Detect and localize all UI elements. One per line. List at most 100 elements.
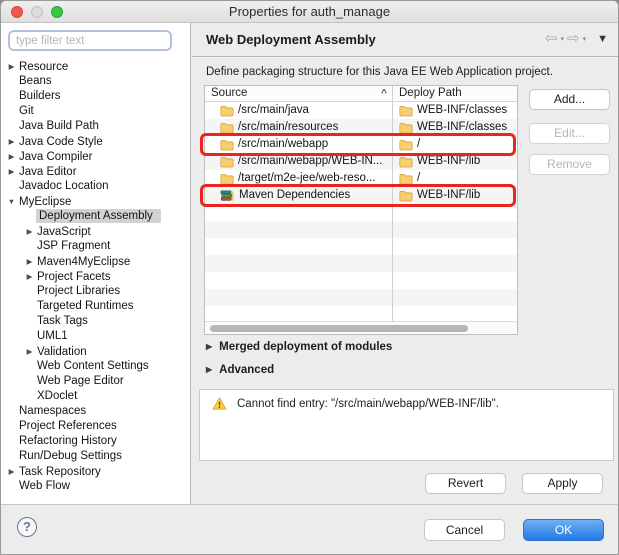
chevron-collapsed-icon: ▶ [206,365,212,374]
chevron-collapsed-icon[interactable]: ▶ [23,224,36,239]
chevron-collapsed-icon[interactable]: ▶ [23,269,36,284]
section-merged-deployment[interactable]: ▶Merged deployment of modules [206,341,392,353]
sidebar-item-web-page-editor[interactable]: Web Page Editor [1,374,189,389]
sort-ascending-icon[interactable]: ^ [381,86,387,101]
folder-icon [220,139,234,151]
section-advanced[interactable]: ▶Advanced [206,364,274,376]
sidebar-item-label: Java Editor [18,166,83,178]
scrollbar-thumb[interactable] [210,325,468,332]
folder-icon [399,139,413,151]
table-row-src-main-java[interactable]: /src/main/javaWEB-INF/classes [205,102,517,119]
sidebar-item-label: Git [18,105,40,117]
sidebar-item-project-facets[interactable]: ▶Project Facets [1,269,189,284]
table-row-src-main-webapp[interactable]: /src/main/webapp/ [205,136,517,153]
edit-button[interactable]: Edit... [529,123,610,144]
sidebar-item-label: Java Compiler [18,151,99,163]
sidebar-item-label: XDoclet [36,390,83,402]
sidebar-item-deployment-assembly[interactable]: Deployment Assembly [1,209,189,224]
table-row-target-m2e-jee-web-reso[interactable]: /target/m2e-jee/web-reso.../ [205,170,517,187]
sidebar-item-run-debug-settings[interactable]: Run/Debug Settings [1,449,189,464]
source-cell: Maven Dependencies [205,187,392,204]
table-row-src-main-webapp-web-in[interactable]: /src/main/webapp/WEB-IN...WEB-INF/lib [205,153,517,170]
sidebar-item-label: Builders [18,90,67,102]
sidebar-item-task-repository[interactable]: ▶Task Repository [1,464,189,479]
titlebar: Properties for auth_manage [1,1,618,23]
back-dropdown-icon[interactable]: ▾ [561,35,565,43]
sidebar-item-jsp-fragment[interactable]: JSP Fragment [1,239,189,254]
forward-arrow-icon[interactable]: ⇨ [567,31,580,47]
apply-button[interactable]: Apply [522,473,603,494]
source-cell [205,238,392,255]
sidebar-item-label: Targeted Runtimes [36,300,140,312]
back-arrow-icon[interactable]: ⇦ [545,31,558,47]
revert-button[interactable]: Revert [425,473,506,494]
cancel-button[interactable]: Cancel [424,519,505,541]
sidebar-item-myeclipse[interactable]: ▼MyEclipse [1,194,189,209]
sidebar-item-beans[interactable]: Beans [1,74,189,89]
table-body: /src/main/javaWEB-INF/classes/src/main/r… [205,102,517,323]
assembly-table: Source ^ Deploy Path /src/main/javaWEB-I… [204,85,518,335]
sidebar-item-project-references[interactable]: Project References [1,419,189,434]
remove-button[interactable]: Remove [529,154,610,175]
sidebar-item-refactoring-history[interactable]: Refactoring History [1,434,189,449]
table-row-empty[interactable] [205,204,517,221]
filter-input[interactable] [8,30,172,51]
sidebar-item-label: Project References [18,420,123,432]
sidebar-item-web-flow[interactable]: Web Flow [1,479,189,494]
sidebar-item-label: JavaScript [36,226,97,238]
chevron-expanded-icon[interactable]: ▼ [5,194,18,209]
table-row-empty[interactable] [205,289,517,306]
sidebar-item-java-editor[interactable]: ▶Java Editor [1,164,189,179]
sidebar-item-targeted-runtimes[interactable]: Targeted Runtimes [1,299,189,314]
chevron-collapsed-icon[interactable]: ▶ [23,254,36,269]
sidebar-item-javadoc-location[interactable]: Javadoc Location [1,179,189,194]
chevron-collapsed-icon[interactable]: ▶ [5,164,18,179]
forward-dropdown-icon[interactable]: ▾ [583,35,587,43]
sidebar-item-namespaces[interactable]: Namespaces [1,404,189,419]
sidebar-item-label: Task Repository [18,466,107,478]
sidebar-item-validation[interactable]: ▶Validation [1,344,189,359]
column-header-source[interactable]: Source ^ [205,86,392,101]
chevron-collapsed-icon[interactable]: ▶ [23,344,36,359]
sidebar-item-label: Web Flow [18,480,76,492]
sidebar-tree: ▶ResourceBeansBuilders Git Java Build Path… [1,59,189,494]
table-row-empty[interactable] [205,272,517,289]
chevron-collapsed-icon[interactable]: ▶ [5,59,18,74]
minimize-button[interactable] [31,6,43,18]
sidebar-item-web-content-settings[interactable]: Web Content Settings [1,359,189,374]
table-row-empty[interactable] [205,238,517,255]
sidebar-item-java-code-style[interactable]: ▶Java Code Style [1,134,189,149]
sidebar-item-git[interactable]: Git [1,104,189,119]
chevron-collapsed-icon[interactable]: ▶ [5,464,18,479]
table-row-src-main-resources[interactable]: /src/main/resourcesWEB-INF/classes [205,119,517,136]
zoom-button[interactable] [51,6,63,18]
table-row-empty[interactable] [205,221,517,238]
table-row-maven-dependencies[interactable]: Maven DependenciesWEB-INF/lib [205,187,517,204]
chevron-collapsed-icon[interactable]: ▶ [5,134,18,149]
source-cell [205,272,392,289]
sidebar-item-uml1[interactable]: UML1 [1,329,189,344]
source-cell: /src/main/resources [205,119,392,136]
column-header-deploy-path[interactable]: Deploy Path [392,86,517,101]
horizontal-scrollbar[interactable] [205,321,517,334]
help-button[interactable]: ? [17,517,37,537]
sidebar-item-maven4myeclipse[interactable]: ▶Maven4MyEclipse [1,254,189,269]
source-cell: /src/main/webapp/WEB-IN... [205,153,392,170]
add-button[interactable]: Add... [529,89,610,110]
sidebar-item-javascript[interactable]: ▶JavaScript [1,224,189,239]
sidebar-item-project-libraries[interactable]: Project Libraries [1,284,189,299]
deploy-path-cell [392,272,517,289]
sidebar-item-java-compiler[interactable]: ▶Java Compiler [1,149,189,164]
ok-button[interactable]: OK [523,519,604,541]
sidebar-item-label: JSP Fragment [36,240,116,252]
sidebar-item-builders[interactable]: Builders [1,89,189,104]
view-menu-icon[interactable]: ▼ [597,33,608,45]
sidebar-item-java-build-path[interactable]: Java Build Path [1,119,189,134]
chevron-collapsed-icon: ▶ [206,342,212,351]
sidebar-item-resource[interactable]: ▶Resource [1,59,189,74]
table-row-empty[interactable] [205,255,517,272]
chevron-collapsed-icon[interactable]: ▶ [5,149,18,164]
sidebar-item-xdoclet[interactable]: XDoclet [1,389,189,404]
close-button[interactable] [11,6,23,18]
sidebar-item-task-tags[interactable]: Task Tags [1,314,189,329]
